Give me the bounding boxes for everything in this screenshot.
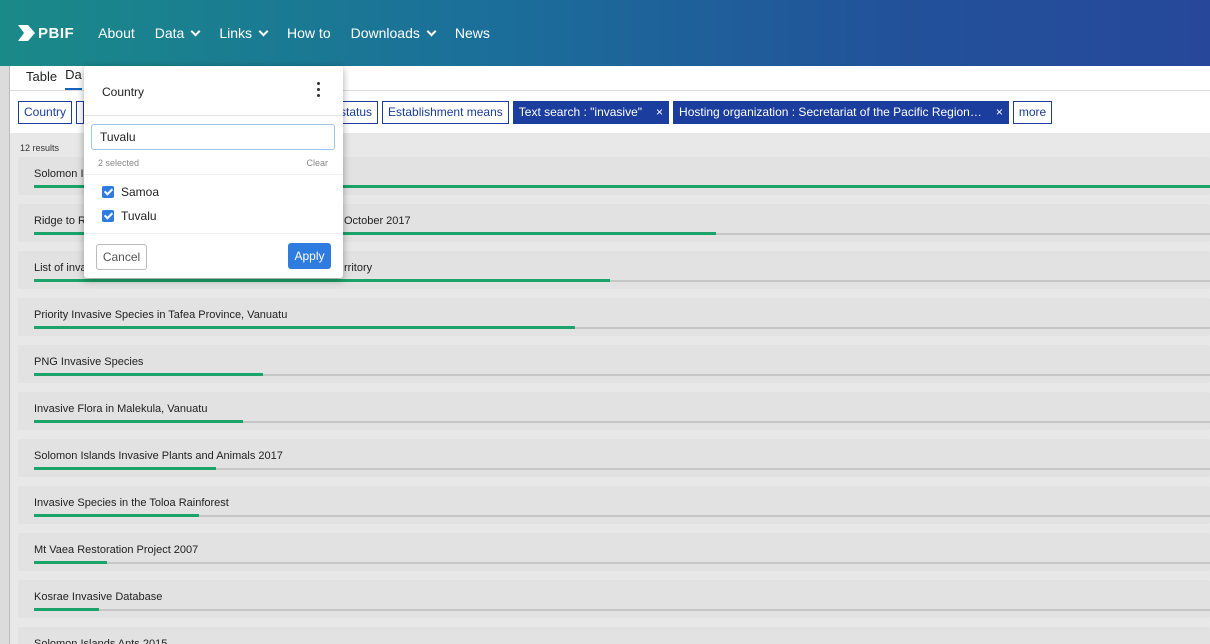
nav-about[interactable]: About (98, 25, 135, 41)
result-row[interactable]: PNG Invasive Species (18, 345, 1210, 383)
cancel-button[interactable]: Cancel (96, 244, 147, 270)
top-navigation-bar: PBIF About Data Links How to Downloads N… (0, 0, 1210, 66)
result-row[interactable]: Invasive Flora in Malekula, Vanuatu (18, 392, 1210, 430)
checkbox-checked-icon[interactable] (102, 186, 114, 198)
nav-how-to[interactable]: How to (287, 25, 331, 41)
filter-chip-label: more (1018, 105, 1047, 119)
popup-header: Country (84, 66, 343, 116)
occurrence-bar-fill (34, 608, 99, 611)
pbif-logo[interactable]: PBIF (18, 25, 74, 42)
filter-chip-country[interactable]: Country (18, 100, 73, 124)
tab-table[interactable]: Table (26, 69, 57, 90)
close-icon[interactable]: × (996, 105, 1003, 119)
nav-downloads-label: Downloads (350, 25, 420, 41)
nav-links-label: Links (219, 25, 253, 41)
filter-chip-obscured[interactable] (76, 100, 85, 124)
filter-chip-hosting-organization[interactable]: Hosting organization : Secretariat of th… (673, 100, 1009, 124)
results-count: 12 results (20, 143, 60, 153)
result-row[interactable]: Priority Invasive Species in Tafea Provi… (18, 298, 1210, 336)
filter-chip-label: Country (24, 105, 67, 119)
filter-chip-label: Hosting organization : Secretariat of th… (679, 105, 982, 119)
nav-data-label: Data (154, 25, 185, 41)
nav-links[interactable]: Links (219, 25, 269, 41)
filter-chip-text-search[interactable]: Text search : "invasive" × (512, 100, 670, 124)
occurrence-bar-track (34, 279, 1210, 282)
nav-news[interactable]: News (455, 25, 490, 41)
selection-summary: 2 selected Clear (98, 158, 328, 168)
logo-text: PBIF (38, 24, 75, 42)
result-title[interactable]: Invasive Species in the Toloa Rainforest (34, 497, 229, 509)
occurrence-bar-fill (34, 561, 107, 564)
result-row[interactable]: Solomon Islands Ants 2015 (18, 627, 1210, 644)
occurrence-bar-track (34, 608, 1210, 611)
nav-news-label: News (454, 25, 490, 41)
occurrence-bar-fill (34, 514, 199, 517)
result-title[interactable]: Priority Invasive Species in Tafea Provi… (34, 309, 287, 321)
occurrence-bar-fill (34, 279, 610, 282)
result-title[interactable]: Solomon Islands Invasive Plants and Anim… (34, 450, 283, 462)
occurrence-bar-fill (34, 326, 575, 329)
occurrence-bar-track (34, 326, 1210, 329)
nav-data[interactable]: Data (154, 25, 201, 41)
country-search-input[interactable] (91, 124, 335, 150)
result-row[interactable]: Kosrae Invasive Database (18, 580, 1210, 618)
apply-button[interactable]: Apply (288, 243, 331, 269)
occurrence-bar-fill (34, 467, 216, 470)
result-title[interactable]: Kosrae Invasive Database (34, 591, 162, 603)
more-filters-button[interactable]: more (1012, 100, 1053, 124)
nav-about-label: About (98, 25, 135, 41)
country-filter-popup: Country 2 selected Clear Samoa Tuvalu Ca… (84, 66, 343, 278)
occurrence-bar-track (34, 420, 1210, 423)
result-row[interactable]: Mt Vaea Restoration Project 2007 (18, 533, 1210, 571)
clear-selection-link[interactable]: Clear (306, 158, 328, 168)
selected-count: 2 selected (98, 158, 140, 168)
result-row[interactable]: Invasive Species in the Toloa Rainforest (18, 486, 1210, 524)
chevron-down-icon (190, 26, 201, 36)
nav-how-to-label: How to (287, 25, 331, 41)
chevron-down-icon (258, 26, 269, 36)
result-title[interactable]: Solomon I (34, 168, 84, 180)
logo-mark-icon (18, 25, 35, 41)
result-title[interactable]: Invasive Flora in Malekula, Vanuatu (34, 403, 207, 415)
popup-title: Country (102, 85, 145, 99)
filter-chip-label: Text search : "invasive" (518, 105, 643, 119)
checkbox-checked-icon[interactable] (102, 210, 114, 222)
left-edge-panel (0, 66, 10, 644)
close-icon[interactable]: × (656, 105, 663, 119)
occurrence-bar-track (34, 514, 1210, 517)
occurrence-bar-fill (34, 420, 243, 423)
occurrence-bar-track (34, 561, 1210, 564)
result-title[interactable]: List of inva (34, 262, 87, 274)
filter-chip-label: status (340, 105, 373, 119)
occurrence-bar-track (34, 467, 1210, 470)
result-row[interactable]: Solomon Islands Invasive Plants and Anim… (18, 439, 1210, 477)
option-tuvalu[interactable]: Tuvalu (102, 209, 157, 223)
result-title-suffix[interactable]: October 2017 (344, 215, 411, 227)
option-samoa[interactable]: Samoa (102, 185, 159, 199)
result-title-suffix[interactable]: rritory (344, 262, 372, 274)
filter-chip-establishment-means[interactable]: Establishment means (382, 100, 509, 124)
occurrence-bar-track (34, 373, 1210, 376)
option-label: Tuvalu (121, 209, 157, 223)
occurrence-bar-fill (34, 373, 263, 376)
option-label: Samoa (121, 185, 160, 199)
result-title[interactable]: Ridge to R (34, 215, 86, 227)
divider (84, 233, 343, 234)
result-title[interactable]: Mt Vaea Restoration Project 2007 (34, 544, 198, 556)
more-options-icon[interactable] (315, 82, 321, 100)
divider (84, 174, 343, 175)
result-title[interactable]: Solomon Islands Ants 2015 (34, 638, 167, 644)
chevron-down-icon (426, 26, 437, 36)
filter-chip-label: Establishment means (388, 105, 503, 119)
nav-downloads[interactable]: Downloads (350, 25, 437, 41)
result-title[interactable]: PNG Invasive Species (34, 356, 143, 368)
tab-datasets[interactable]: Da (65, 67, 82, 90)
